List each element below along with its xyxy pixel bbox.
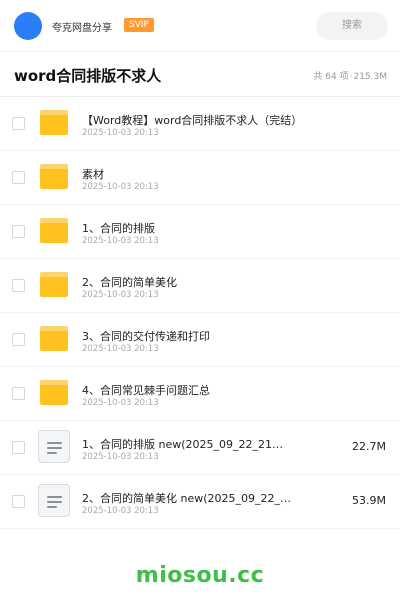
top-bar: 夸克网盘分享 SVIP 搜索 [0, 0, 400, 52]
folder-icon [40, 272, 68, 297]
select-checkbox[interactable] [12, 225, 25, 238]
folder-icon [40, 164, 68, 189]
item-name: 【Word教程】word合同排版不求人（完结） [82, 114, 303, 127]
item-date: 2025-10-03 20:13 [82, 236, 159, 246]
item-count: 共 64 项 [313, 72, 349, 82]
item-name: 1、合同的排版 [82, 222, 155, 235]
file-list: 【Word教程】word合同排版不求人（完结） 2025-10-03 20:13… [0, 96, 400, 529]
search-button[interactable]: 搜索 [316, 12, 388, 40]
item-name: 4、合同常见棘手问题汇总 [82, 384, 210, 397]
list-item[interactable]: 4、合同常见棘手问题汇总 2025-10-03 20:13 [0, 366, 400, 420]
list-item[interactable]: 素材 2025-10-03 20:13 [0, 150, 400, 204]
item-date: 2025-10-03 20:13 [82, 398, 159, 408]
file-size: 22.7M [352, 440, 386, 453]
list-item[interactable]: 【Word教程】word合同排版不求人（完结） 2025-10-03 20:13 [0, 96, 400, 150]
item-date: 2025-10-03 20:13 [82, 344, 159, 354]
folder-icon [40, 326, 68, 351]
item-date: 2025-10-03 20:13 [82, 506, 159, 516]
list-item[interactable]: 2、合同的简单美化 2025-10-03 20:13 [0, 258, 400, 312]
select-checkbox[interactable] [12, 495, 25, 508]
avatar[interactable] [14, 12, 42, 40]
select-checkbox[interactable] [12, 279, 25, 292]
document-icon [38, 484, 70, 517]
select-checkbox[interactable] [12, 117, 25, 130]
select-checkbox[interactable] [12, 387, 25, 400]
document-icon [38, 430, 70, 463]
select-checkbox[interactable] [12, 333, 25, 346]
list-item[interactable]: 1、合同的排版 2025-10-03 20:13 [0, 204, 400, 258]
item-date: 2025-10-03 20:13 [82, 182, 159, 192]
folder-icon [40, 380, 68, 405]
folder-header: word合同排版不求人 共 64 项·215.3M [0, 52, 400, 96]
item-name: 2、合同的简单美化 [82, 276, 177, 289]
file-size: 53.9M [352, 494, 386, 507]
select-checkbox[interactable] [12, 441, 25, 454]
watermark: miosou.cc [135, 563, 265, 588]
share-owner-name: 夸克网盘分享 [52, 23, 112, 34]
list-divider [0, 528, 400, 529]
svip-badge: SVIP [124, 18, 154, 32]
page-title: word合同排版不求人 [14, 67, 162, 85]
total-size: 215.3M [353, 72, 387, 82]
item-name: 3、合同的交付传递和打印 [82, 330, 210, 343]
folder-icon [40, 218, 68, 243]
list-item[interactable]: 1、合同的排版 new(2025_09_22_21… 2025-10-03 20… [0, 420, 400, 474]
item-name: 1、合同的排版 new(2025_09_22_21… [82, 438, 284, 451]
item-name: 素材 [82, 168, 104, 181]
item-date: 2025-10-03 20:13 [82, 452, 159, 462]
item-date: 2025-10-03 20:13 [82, 290, 159, 300]
list-item[interactable]: 2、合同的简单美化 new(2025_09_22_… 2025-10-03 20… [0, 474, 400, 528]
folder-icon [40, 110, 68, 135]
item-date: 2025-10-03 20:13 [82, 128, 159, 138]
folder-summary: 共 64 项·215.3M [313, 69, 387, 82]
list-item[interactable]: 3、合同的交付传递和打印 2025-10-03 20:13 [0, 312, 400, 366]
item-name: 2、合同的简单美化 new(2025_09_22_… [82, 492, 292, 505]
select-checkbox[interactable] [12, 171, 25, 184]
